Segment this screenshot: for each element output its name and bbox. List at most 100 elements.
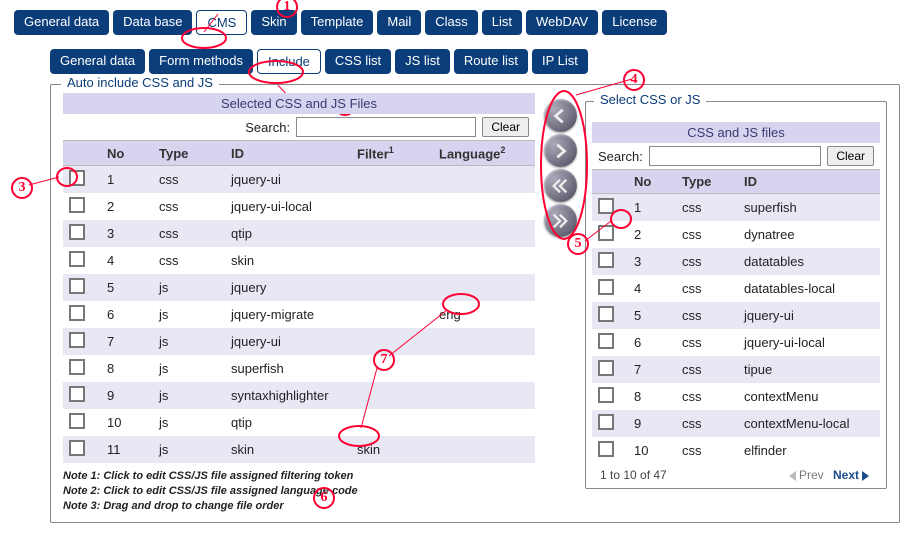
top-tab-skin[interactable]: Skin (251, 10, 296, 35)
clear-button-left[interactable]: Clear (482, 117, 529, 137)
sub-tab-js-list[interactable]: JS list (395, 49, 450, 74)
row-checkbox[interactable] (598, 360, 614, 376)
sub-tab-form-methods[interactable]: Form methods (149, 49, 253, 74)
cell-lang[interactable] (433, 220, 535, 247)
row-checkbox[interactable] (69, 224, 85, 240)
table-row[interactable]: 2cssjquery-ui-local (63, 193, 535, 220)
cell-lang[interactable] (433, 436, 535, 463)
table-row[interactable]: 1cssjquery-ui (63, 166, 535, 194)
row-checkbox[interactable] (598, 279, 614, 295)
rcol-type[interactable]: Type (676, 170, 738, 194)
col-no[interactable]: No (101, 141, 153, 166)
cell-filter[interactable] (351, 166, 433, 194)
sub-tab-general-data[interactable]: General data (50, 49, 145, 74)
cell-lang[interactable] (433, 328, 535, 355)
next-icon[interactable] (862, 471, 869, 481)
table-row[interactable]: 9csscontextMenu-local (592, 410, 880, 437)
cell-lang[interactable] (433, 382, 535, 409)
top-tab-general-data[interactable]: General data (14, 10, 109, 35)
sub-tab-ip-list[interactable]: IP List (532, 49, 588, 74)
row-checkbox[interactable] (69, 251, 85, 267)
top-tab-cms[interactable]: CMS (196, 10, 247, 35)
row-checkbox[interactable] (69, 440, 85, 456)
cell-filter[interactable] (351, 328, 433, 355)
table-row[interactable]: 10jsqtip (63, 409, 535, 436)
cell-lang[interactable] (433, 193, 535, 220)
row-checkbox[interactable] (598, 414, 614, 430)
row-checkbox[interactable] (69, 278, 85, 294)
row-checkbox[interactable] (598, 387, 614, 403)
top-tab-webdav[interactable]: WebDAV (526, 10, 598, 35)
cell-lang[interactable] (433, 247, 535, 274)
cell-filter[interactable] (351, 409, 433, 436)
move-all-left-button[interactable] (544, 169, 577, 202)
table-row[interactable]: 7csstipue (592, 356, 880, 383)
move-left-button[interactable] (544, 99, 577, 132)
prev-icon[interactable] (789, 471, 796, 481)
rcol-no[interactable]: No (628, 170, 676, 194)
table-row[interactable]: 8csscontextMenu (592, 383, 880, 410)
sub-tab-css-list[interactable]: CSS list (325, 49, 391, 74)
cell-filter[interactable] (351, 220, 433, 247)
cell-lang[interactable]: eng (433, 301, 535, 328)
rcol-id[interactable]: ID (738, 170, 880, 194)
search-input-left[interactable] (296, 117, 476, 137)
row-checkbox[interactable] (598, 333, 614, 349)
move-right-button[interactable] (544, 134, 577, 167)
cell-filter[interactable] (351, 274, 433, 301)
row-checkbox[interactable] (69, 359, 85, 375)
table-row[interactable]: 5cssjquery-ui (592, 302, 880, 329)
cell-lang[interactable] (433, 166, 535, 194)
col-type[interactable]: Type (153, 141, 225, 166)
row-checkbox[interactable] (69, 413, 85, 429)
row-checkbox[interactable] (69, 332, 85, 348)
table-row[interactable]: 4cssskin (63, 247, 535, 274)
top-tab-mail[interactable]: Mail (377, 10, 421, 35)
prev-link[interactable]: Prev (799, 468, 824, 482)
sub-tab-include[interactable]: Include (257, 49, 321, 74)
top-tab-class[interactable]: Class (425, 10, 478, 35)
table-row[interactable]: 1csssuperfish (592, 194, 880, 222)
cell-filter[interactable] (351, 247, 433, 274)
cell-lang[interactable] (433, 355, 535, 382)
clear-button-right[interactable]: Clear (827, 146, 874, 166)
row-checkbox[interactable] (69, 197, 85, 213)
table-row[interactable]: 4cssdatatables-local (592, 275, 880, 302)
table-row[interactable]: 6cssjquery-ui-local (592, 329, 880, 356)
col-id[interactable]: ID (225, 141, 351, 166)
cell-filter[interactable]: skin (351, 436, 433, 463)
row-checkbox[interactable] (598, 306, 614, 322)
cell-lang[interactable] (433, 274, 535, 301)
top-tab-data-base[interactable]: Data base (113, 10, 192, 35)
col-filter[interactable]: Filter1 (351, 141, 433, 166)
table-row[interactable]: 6jsjquery-migrateeng (63, 301, 535, 328)
table-row[interactable]: 10csselfinder (592, 437, 880, 464)
table-row[interactable]: 8jssuperfish (63, 355, 535, 382)
table-row[interactable]: 7jsjquery-ui (63, 328, 535, 355)
row-checkbox[interactable] (69, 305, 85, 321)
next-link[interactable]: Next (833, 468, 859, 482)
cell-filter[interactable] (351, 193, 433, 220)
sub-tab-route-list[interactable]: Route list (454, 49, 528, 74)
search-input-right[interactable] (649, 146, 822, 166)
cell-filter[interactable] (351, 301, 433, 328)
row-checkbox[interactable] (69, 170, 85, 186)
row-checkbox[interactable] (598, 441, 614, 457)
row-checkbox[interactable] (598, 198, 614, 214)
top-tab-list[interactable]: List (482, 10, 522, 35)
row-checkbox[interactable] (69, 386, 85, 402)
cell-filter[interactable] (351, 382, 433, 409)
row-checkbox[interactable] (598, 252, 614, 268)
move-all-right-button[interactable] (544, 204, 577, 237)
table-row[interactable]: 11jsskinskin (63, 436, 535, 463)
table-row[interactable]: 2cssdynatree (592, 221, 880, 248)
table-row[interactable]: 3cssdatatables (592, 248, 880, 275)
top-tab-license[interactable]: License (602, 10, 667, 35)
table-row[interactable]: 9jssyntaxhighlighter (63, 382, 535, 409)
top-tab-template[interactable]: Template (301, 10, 374, 35)
row-checkbox[interactable] (598, 225, 614, 241)
table-row[interactable]: 3cssqtip (63, 220, 535, 247)
cell-lang[interactable] (433, 409, 535, 436)
col-lang[interactable]: Language2 (433, 141, 535, 166)
cell-filter[interactable] (351, 355, 433, 382)
